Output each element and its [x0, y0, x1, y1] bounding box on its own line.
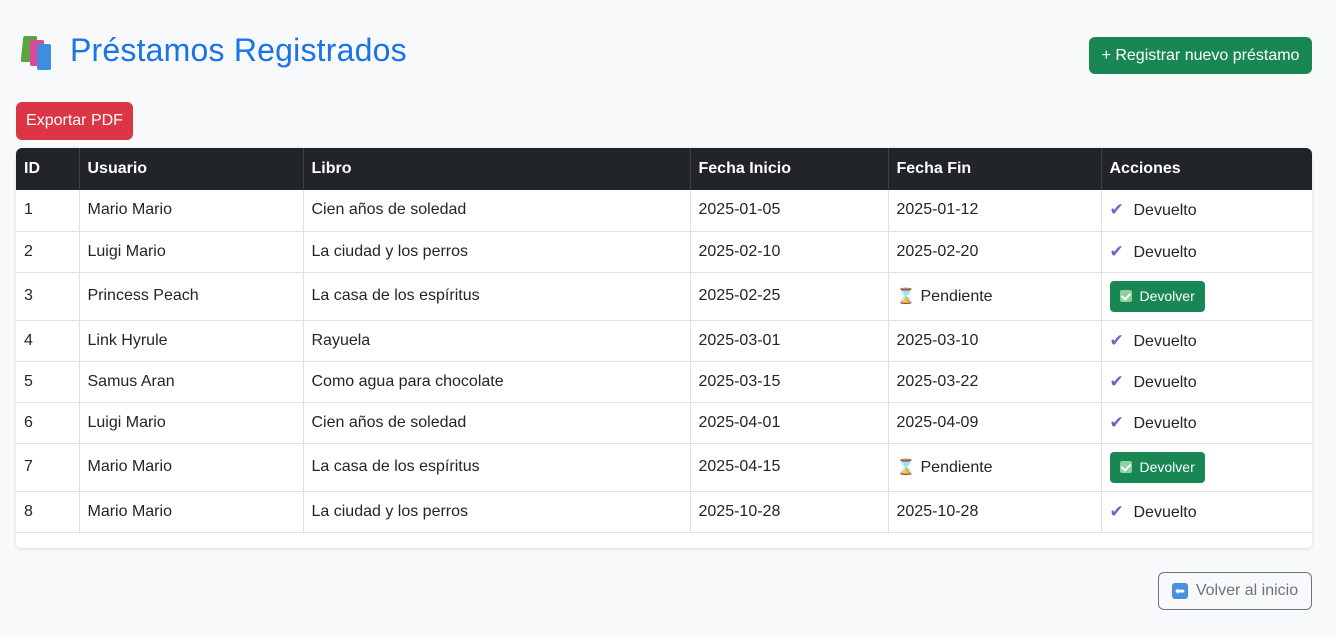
column-header-id: ID	[16, 148, 80, 190]
cell-usuario: Luigi Mario	[79, 402, 304, 443]
cell-libro: Cien años de soledad	[303, 402, 691, 443]
cell-libro: La ciudad y los perros	[303, 491, 691, 532]
cell-libro: La casa de los espíritus	[303, 272, 691, 320]
cell-id: 2	[16, 231, 80, 272]
returned-label: Devuelto	[1133, 243, 1197, 261]
cell-usuario: Princess Peach	[79, 272, 304, 320]
cell-fecha-fin: ⌛ Pendiente	[888, 443, 1102, 491]
cell-acciones: Devolver	[1101, 443, 1312, 491]
cell-usuario: Mario Mario	[79, 443, 304, 491]
cell-fecha-fin: 2025-02-20	[888, 231, 1102, 272]
cell-acciones: ✔ Devuelto	[1101, 320, 1312, 361]
cell-fecha-fin: 2025-03-10	[888, 320, 1102, 361]
books-icon	[20, 34, 54, 70]
table-row: 8 Mario Mario La ciudad y los perros 202…	[16, 491, 1312, 532]
cell-libro: Cien años de soledad	[303, 190, 691, 231]
cell-fecha-fin: 2025-03-22	[888, 361, 1102, 402]
back-home-button[interactable]: ⬅ Volver al inicio	[1158, 572, 1312, 610]
cell-usuario: Samus Aran	[79, 361, 304, 402]
table-row: 3 Princess Peach La casa de los espíritu…	[16, 272, 1312, 320]
cell-id: 3	[16, 272, 80, 320]
cell-fecha-inicio: 2025-04-15	[690, 443, 889, 491]
column-header-libro: Libro	[303, 148, 691, 190]
cell-fecha-inicio: 2025-03-15	[690, 361, 889, 402]
column-header-fecha-inicio: Fecha Inicio	[690, 148, 889, 190]
page-header: Préstamos Registrados	[20, 32, 407, 70]
cell-acciones: ✔ Devuelto	[1101, 361, 1312, 402]
returned-label: Devuelto	[1133, 373, 1197, 391]
table-row: 2 Luigi Mario La ciudad y los perros 202…	[16, 231, 1312, 272]
table-row: 7 Mario Mario La casa de los espíritus 2…	[16, 443, 1312, 491]
table-row: 5 Samus Aran Como agua para chocolate 20…	[16, 361, 1312, 402]
cell-fecha-inicio: 2025-10-28	[690, 491, 889, 532]
cell-id: 4	[16, 320, 80, 361]
cell-fecha-inicio: 2025-02-10	[690, 231, 889, 272]
column-header-fecha-fin: Fecha Fin	[888, 148, 1102, 190]
check-icon: ✔	[1109, 371, 1124, 391]
table-row: 1 Mario Mario Cien años de soledad 2025-…	[16, 190, 1312, 231]
returned-label: Devuelto	[1133, 332, 1197, 350]
column-header-acciones: Acciones	[1109, 160, 1181, 177]
checkbox-icon	[1119, 290, 1132, 302]
cell-fecha-inicio: 2025-02-25	[690, 272, 889, 320]
hourglass-icon: ⌛	[896, 287, 916, 305]
cell-usuario: Mario Mario	[79, 491, 304, 532]
cell-fecha-fin: ⌛ Pendiente	[888, 272, 1102, 320]
cell-id: 1	[16, 190, 80, 231]
cell-id: 8	[16, 491, 80, 532]
register-loan-button[interactable]: + Registrar nuevo préstamo	[1089, 37, 1312, 74]
loans-table: ID Usuario Libro Fecha Inicio Fecha Fin …	[16, 148, 1312, 533]
column-header-usuario: Usuario	[79, 148, 304, 190]
cell-acciones: ✔ Devuelto	[1101, 491, 1312, 532]
return-button-label: Devolver	[1139, 288, 1195, 304]
cell-usuario: Luigi Mario	[79, 231, 304, 272]
cell-libro: La ciudad y los perros	[303, 231, 691, 272]
cell-id: 7	[16, 443, 80, 491]
table-row: 4 Link Hyrule Rayuela 2025-03-01 2025-03…	[16, 320, 1312, 361]
cell-acciones: Devolver	[1101, 272, 1312, 320]
cell-acciones: ✔ Devuelto	[1101, 402, 1312, 443]
cell-usuario: Link Hyrule	[79, 320, 304, 361]
arrow-left-icon: ⬅	[1171, 583, 1188, 599]
cell-fecha-inicio: 2025-04-01	[690, 402, 889, 443]
cell-acciones: ✔ Devuelto	[1101, 190, 1312, 231]
check-icon: ✔	[1109, 412, 1124, 432]
check-icon: ✔	[1109, 330, 1124, 350]
returned-label: Devuelto	[1133, 202, 1197, 220]
cell-fecha-inicio: 2025-03-01	[690, 320, 889, 361]
pending-label: Pendiente	[920, 287, 993, 305]
pending-label: Pendiente	[920, 458, 993, 476]
cell-usuario: Mario Mario	[79, 190, 304, 231]
back-home-label: Volver al inicio	[1195, 582, 1299, 599]
returned-label: Devuelto	[1133, 414, 1197, 432]
return-book-button[interactable]: Devolver	[1109, 451, 1205, 483]
cell-fecha-fin: 2025-01-12	[888, 190, 1102, 231]
cell-libro: La casa de los espíritus	[303, 443, 691, 491]
cell-fecha-fin: 2025-04-09	[888, 402, 1102, 443]
cell-acciones: ✔ Devuelto	[1101, 231, 1312, 272]
returned-label: Devuelto	[1133, 503, 1197, 521]
page-title: Préstamos Registrados	[70, 32, 407, 68]
check-icon: ✔	[1109, 200, 1124, 220]
table-header-row: ID Usuario Libro Fecha Inicio Fecha Fin …	[16, 148, 1312, 190]
cell-fecha-fin: 2025-10-28	[888, 491, 1102, 532]
cell-id: 6	[16, 402, 80, 443]
cell-fecha-inicio: 2025-01-05	[690, 190, 889, 231]
return-book-button[interactable]: Devolver	[1109, 280, 1205, 312]
return-button-label: Devolver	[1139, 459, 1195, 475]
cell-libro: Rayuela	[303, 320, 691, 361]
check-icon: ✔	[1109, 501, 1124, 521]
check-icon: ✔	[1109, 241, 1124, 261]
loans-table-container: ID Usuario Libro Fecha Inicio Fecha Fin …	[16, 148, 1312, 548]
cell-id: 5	[16, 361, 80, 402]
table-row: 6 Luigi Mario Cien años de soledad 2025-…	[16, 402, 1312, 443]
export-pdf-button[interactable]: Exportar PDF	[16, 102, 133, 140]
checkbox-icon	[1119, 461, 1132, 473]
hourglass-icon: ⌛	[896, 458, 916, 476]
cell-libro: Como agua para chocolate	[303, 361, 691, 402]
